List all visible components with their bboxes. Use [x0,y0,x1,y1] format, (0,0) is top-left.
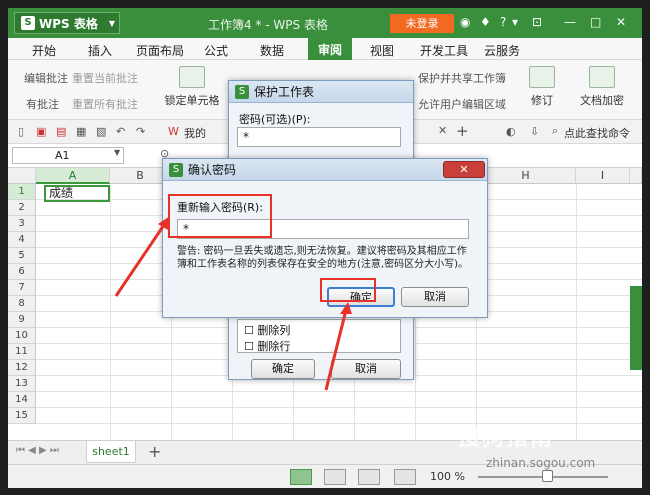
watermark-url: zhinan.sogou.com [486,456,596,470]
watermark-logo: 搜狗指南 [458,426,555,451]
arrow-line [324,309,348,391]
wps-window: S WPS 表格 ▼ 工作簿4 * - WPS 表格 未登录 ◉ ♦ ? ▾ ⊡ —… [8,8,642,488]
arrow-head [340,302,352,314]
arrow-line [114,221,168,297]
arrow-head [158,216,170,230]
annotation-arrows [114,216,352,391]
